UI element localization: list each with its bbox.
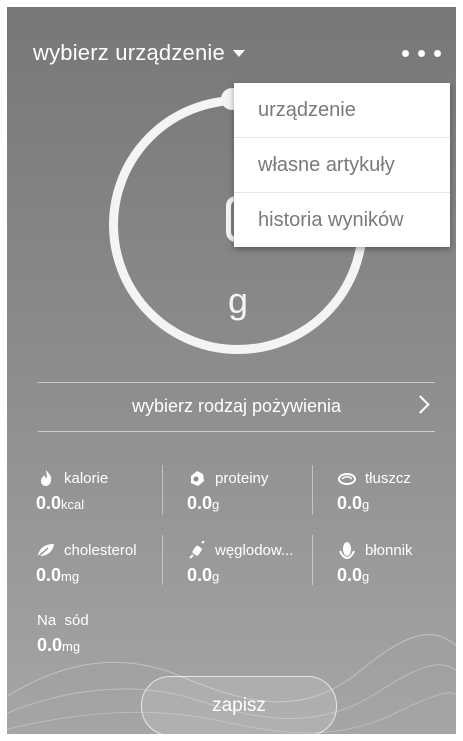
nutrient-name: Na sód [37,612,89,629]
device-select-label: wybierz urządzenie [33,40,225,65]
nutrient-unit: kcal [61,497,85,512]
nutrient-value: 0.0 [37,635,63,655]
nutrient-name: proteiny [215,469,269,487]
save-button[interactable]: zapisz [141,676,337,736]
overflow-menu: urządzenie własne artykuły historia wyni… [234,83,450,247]
nutrient-name: kalorie [64,469,109,487]
app-screen: wybierz urządzenie g urządzenie własne a… [0,0,463,741]
nutrient-value: 0.0 [36,493,62,513]
caret-down-icon [232,49,245,57]
menu-item-device[interactable]: urządzenie [234,83,450,138]
protein-icon [187,469,207,487]
more-dot [418,50,425,57]
leaf-icon [36,541,56,559]
nutrient-value: 0.0 [187,565,213,585]
device-select-dropdown[interactable]: wybierz urządzenie [33,40,245,66]
nutrient-unit: g [362,497,370,512]
carbs-icon [187,541,207,559]
nutrient-fiber: błonnik 0.0g [337,541,463,586]
nutrient-unit: g [362,569,370,584]
more-horizontal-icon[interactable] [402,50,441,57]
nutrient-unit: g [212,497,220,512]
nutrient-name: węglodow... [215,541,294,559]
fat-icon [337,469,357,487]
nutrient-unit: mg [62,639,81,654]
nutrient-unit: mg [61,569,80,584]
more-dot [402,50,409,57]
nutrient-fat: tłuszcz 0.0g [337,469,463,514]
fiber-icon [337,541,357,559]
menu-item-custom-articles[interactable]: własne artykuły [234,138,450,193]
nutrient-name: tłuszcz [365,469,411,487]
top-bar: wybierz urządzenie [33,40,441,72]
nutrient-unit: g [212,569,220,584]
flame-icon [36,469,56,487]
nutrient-carbs: węglodow... 0.0g [187,541,327,586]
food-type-label: wybierz rodzaj pożywienia [131,396,342,416]
nutrient-value: 0.0 [36,565,62,585]
weight-unit: g [227,280,249,321]
nutrient-sodium: Na sód 0.0mg [37,612,177,656]
nutrient-protein: proteiny 0.0g [187,469,327,514]
more-dot [434,50,441,57]
nutrient-name: błonnik [365,541,413,559]
nutrient-name: cholesterol [64,541,137,559]
food-type-selector[interactable]: wybierz rodzaj pożywienia [38,382,435,432]
nutrient-cholesterol: cholesterol 0.0mg [36,541,176,586]
nutrient-value: 0.0 [337,493,363,513]
nutrient-calories: kalorie 0.0kcal [36,469,176,514]
menu-item-result-history[interactable]: historia wyników [234,193,450,247]
nutrient-value: 0.0 [337,565,363,585]
nutrient-value: 0.0 [187,493,213,513]
